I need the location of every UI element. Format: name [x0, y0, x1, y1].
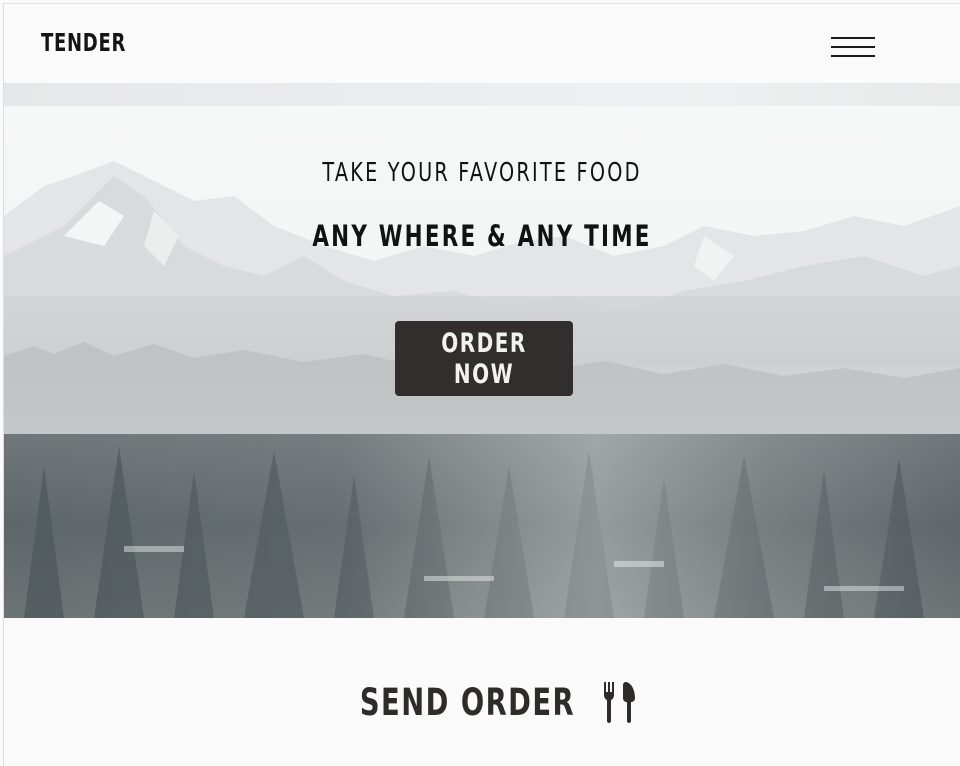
brand-logo[interactable]: TENDER	[41, 28, 126, 57]
send-order-title: SEND ORDER	[359, 680, 575, 724]
menu-bar-top	[831, 37, 875, 39]
order-now-button[interactable]: ORDER NOW	[395, 321, 573, 396]
send-order-section: SEND ORDER	[0, 672, 960, 732]
fork-and-knife-icon	[604, 682, 636, 723]
hero-tagline-line1: TAKE YOUR FAVORITE FOOD	[322, 158, 642, 188]
navbar: TENDER	[4, 4, 960, 83]
hero-section: TAKE YOUR FAVORITE FOOD ANY WHERE & ANY …	[4, 106, 960, 618]
menu-bar-middle	[831, 46, 875, 48]
hamburger-menu-icon[interactable]	[831, 37, 875, 61]
header-divider-strip	[4, 83, 960, 106]
hero-tagline-line2: ANY WHERE & ANY TIME	[312, 219, 652, 253]
menu-bar-bottom	[831, 55, 875, 57]
